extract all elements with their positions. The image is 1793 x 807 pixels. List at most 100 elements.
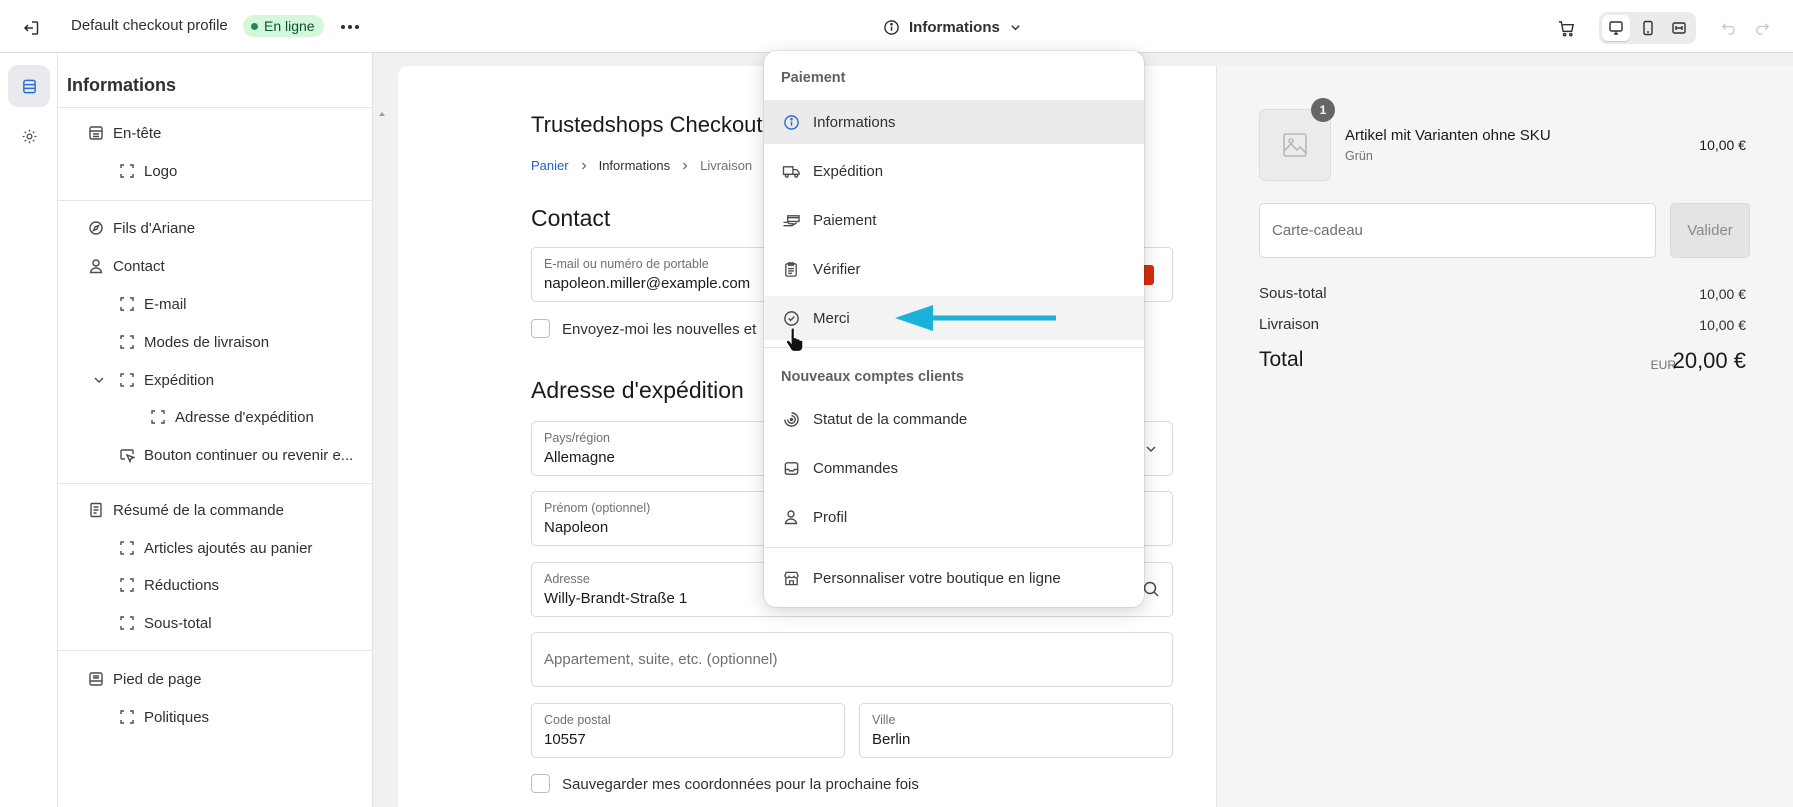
- menu-item-informations[interactable]: Informations: [764, 100, 1144, 144]
- person-icon: [781, 507, 801, 527]
- order-status-icon: [781, 409, 801, 429]
- hand-card-icon: [781, 210, 801, 230]
- product-variant: Grün: [1345, 149, 1373, 163]
- full-width-view-icon[interactable]: [1665, 15, 1693, 41]
- postal-code-field[interactable]: Code postal 10557: [531, 703, 845, 758]
- divider: [764, 347, 1144, 348]
- sidebar-item-label: Modes de livraison: [144, 333, 270, 351]
- apartment-placeholder: Appartement, suite, etc. (optionnel): [544, 651, 778, 668]
- sidebar-item-order-summary[interactable]: Résumé de la commande: [87, 496, 284, 524]
- menu-item-label: Paiement: [813, 211, 877, 229]
- sidebar-item-label: Bouton continuer ou revenir e...: [144, 446, 354, 464]
- store-icon: [781, 568, 801, 588]
- menu-item-label: Personnaliser votre boutique en ligne: [813, 569, 1061, 587]
- menu-item-profile[interactable]: Profil: [764, 495, 1144, 539]
- sidebar-item-label: Articles ajoutés au panier: [144, 539, 313, 557]
- quantity-badge: 1: [1311, 98, 1335, 122]
- settings-gear-icon[interactable]: [8, 115, 50, 157]
- save-info-checkbox[interactable]: [531, 774, 550, 793]
- redo-icon[interactable]: [1750, 15, 1774, 39]
- gift-card-placeholder: Carte-cadeau: [1272, 222, 1363, 239]
- mobile-view-icon[interactable]: [1634, 15, 1662, 41]
- menu-item-orders[interactable]: Commandes: [764, 446, 1144, 490]
- hand-pointer-icon: [785, 327, 805, 353]
- sidebar-item-footer[interactable]: Pied de page: [87, 665, 201, 693]
- undo-icon[interactable]: [1716, 15, 1740, 39]
- menu-item-label: Informations: [813, 113, 896, 131]
- sidebar-item-label: Contact: [113, 257, 165, 275]
- menu-item-payment[interactable]: Paiement: [764, 198, 1144, 242]
- divider: [764, 547, 1144, 548]
- city-value: Berlin: [872, 731, 911, 748]
- chevron-right-icon: [579, 161, 589, 171]
- sidebar-item-policies[interactable]: Politiques: [118, 703, 209, 731]
- sidebar-title: Informations: [67, 75, 177, 95]
- sidebar-item-subtotal[interactable]: Sous-total: [118, 609, 212, 637]
- shop-title: Trustedshops Checkout: [531, 112, 763, 137]
- postal-label: Code postal: [544, 713, 611, 727]
- clipboard-icon: [781, 259, 801, 279]
- profile-name: Default checkout profile: [71, 17, 228, 34]
- breadcrumb-delivery: Livraison: [700, 158, 753, 173]
- section-block-icon: [118, 295, 136, 313]
- search-icon[interactable]: [1142, 580, 1160, 598]
- menu-item-label: Merci: [813, 309, 850, 327]
- postal-value: 10557: [544, 731, 586, 748]
- address-value: Willy-Brandt-Straße 1: [544, 590, 688, 607]
- button-cursor-icon: [118, 446, 136, 464]
- breadcrumb: Panier Informations Livraison: [531, 158, 752, 173]
- sidebar-item-shipping[interactable]: Expédition: [118, 366, 214, 394]
- sidebar-item-delivery-modes[interactable]: Modes de livraison: [118, 328, 269, 356]
- more-actions-icon[interactable]: [336, 14, 364, 40]
- sidebar-item-header[interactable]: En-tête: [87, 119, 161, 147]
- annotation-arrow-icon: [893, 303, 1058, 333]
- apartment-field[interactable]: Appartement, suite, etc. (optionnel): [531, 632, 1173, 687]
- divider: [58, 483, 373, 484]
- chevron-down-icon[interactable]: [92, 373, 106, 387]
- menu-section-accounts: Nouveaux comptes clients: [781, 369, 964, 385]
- sidebar: Informations En-tête Logo Fils d'Ariane …: [58, 53, 385, 807]
- menu-item-customize-store[interactable]: Personnaliser votre boutique en ligne: [764, 556, 1144, 600]
- info-icon: [883, 19, 900, 36]
- sidebar-item-continue-button[interactable]: Bouton continuer ou revenir e...: [118, 441, 353, 469]
- total-label: Total: [1259, 348, 1304, 371]
- check-circle-icon: [781, 308, 801, 328]
- menu-item-shipping[interactable]: Expédition: [764, 149, 1144, 193]
- page-selector[interactable]: Informations: [883, 14, 1022, 40]
- section-block-icon: [118, 162, 136, 180]
- info-icon: [781, 112, 801, 132]
- sections-icon[interactable]: [8, 65, 50, 107]
- inbox-icon: [781, 458, 801, 478]
- exit-icon[interactable]: [17, 14, 45, 42]
- chevron-down-icon: [1144, 442, 1158, 456]
- country-value: Allemagne: [544, 449, 615, 466]
- city-field[interactable]: Ville Berlin: [859, 703, 1173, 758]
- section-block-icon: [118, 614, 136, 632]
- sidebar-item-discounts[interactable]: Réductions: [118, 571, 219, 599]
- sidebar-item-shipping-address[interactable]: Adresse d'expédition: [149, 403, 314, 431]
- newsletter-checkbox[interactable]: [531, 319, 550, 338]
- desktop-view-icon[interactable]: [1602, 15, 1630, 41]
- breadcrumb-cart[interactable]: Panier: [531, 158, 569, 173]
- cart-icon[interactable]: [1552, 14, 1580, 42]
- sidebar-item-cart-items[interactable]: Articles ajoutés au panier: [118, 534, 312, 562]
- section-block-icon: [118, 333, 136, 351]
- menu-item-review[interactable]: Vérifier: [764, 247, 1144, 291]
- breadcrumb-information: Informations: [598, 158, 671, 173]
- menu-item-label: Commandes: [813, 459, 899, 477]
- sidebar-item-logo[interactable]: Logo: [118, 157, 177, 185]
- contact-heading: Contact: [531, 205, 611, 231]
- sidebar-scrollbar[interactable]: [374, 109, 390, 807]
- divider: [58, 107, 373, 108]
- sidebar-item-label: Réductions: [144, 576, 220, 594]
- address-label: Adresse: [544, 572, 590, 586]
- sidebar-item-email[interactable]: E-mail: [118, 290, 187, 318]
- apply-button[interactable]: Valider: [1670, 203, 1750, 258]
- section-block-icon: [118, 371, 136, 389]
- sidebar-item-contact[interactable]: Contact: [87, 252, 165, 280]
- sidebar-item-breadcrumbs[interactable]: Fils d'Ariane: [87, 214, 195, 242]
- gift-card-field[interactable]: Carte-cadeau: [1259, 203, 1656, 258]
- sidebar-item-label: Fils d'Ariane: [113, 219, 196, 237]
- menu-item-order-status[interactable]: Statut de la commande: [764, 397, 1144, 441]
- layout-footer-icon: [87, 670, 105, 688]
